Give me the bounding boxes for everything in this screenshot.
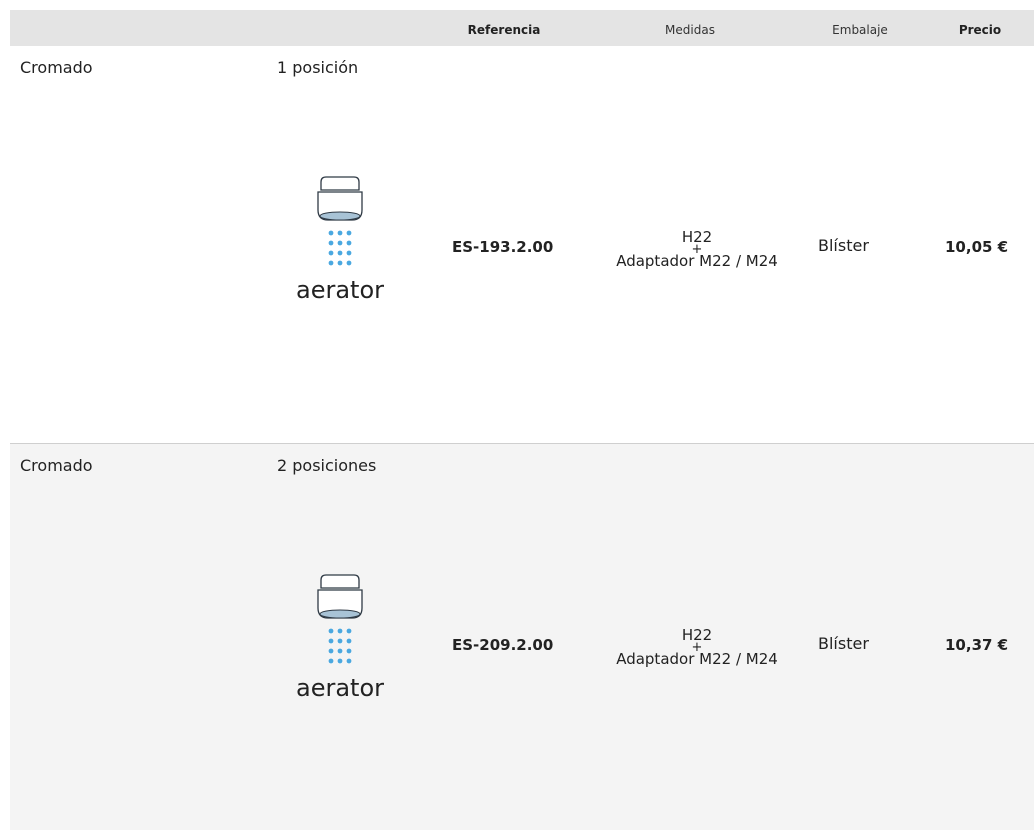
table-row: Cromado 2 posiciones aerator ES-209.2.00…: [10, 444, 1034, 830]
table-header: Referencia Medidas Embalaje Precio: [10, 10, 1034, 46]
measurements-line2: Adaptador M22 / M24: [616, 650, 778, 668]
aerator-icon: [317, 574, 363, 664]
image-caption: aerator: [295, 674, 384, 702]
price: 10,37 €: [945, 636, 1009, 654]
table-row: Cromado 1 posición aerator ES-193.2.00 H…: [10, 46, 1034, 443]
measurements: H22 + Adaptador M22 / M24: [597, 230, 797, 269]
variant-label: 2 posiciones: [277, 456, 377, 475]
reference-code: ES-209.2.00: [452, 636, 554, 654]
price: 10,05 €: [945, 238, 1009, 256]
header-referencia: Referencia: [467, 23, 541, 37]
header-precio: Precio: [958, 23, 1002, 37]
finish-label: Cromado: [20, 456, 93, 475]
packaging: Blíster: [818, 236, 869, 255]
packaging: Blíster: [818, 634, 869, 653]
header-medidas: Medidas: [665, 23, 715, 37]
product-image: aerator: [285, 176, 395, 316]
product-table: Referencia Medidas Embalaje Precio Croma…: [10, 10, 1034, 830]
variant-label: 1 posición: [277, 58, 359, 77]
finish-label: Cromado: [20, 58, 93, 77]
aerator-icon: [317, 176, 363, 266]
measurements: H22 + Adaptador M22 / M24: [597, 628, 797, 667]
reference-code: ES-193.2.00: [452, 238, 554, 256]
measurements-line2: Adaptador M22 / M24: [616, 252, 778, 270]
header-embalaje: Embalaje: [832, 23, 888, 37]
product-image: aerator: [285, 574, 395, 714]
image-caption: aerator: [295, 276, 384, 304]
